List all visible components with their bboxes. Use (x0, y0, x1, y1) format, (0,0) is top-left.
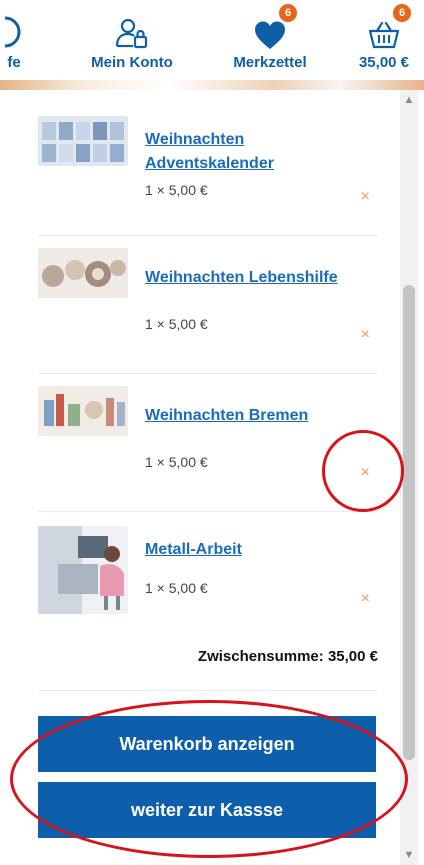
remove-item-button[interactable]: × (361, 326, 370, 344)
scrollbar[interactable]: ▲ ▼ (400, 90, 418, 865)
nav-item-help[interactable]: fe (0, 0, 34, 80)
product-title-link[interactable]: Weihnachten Adventskalender (145, 128, 345, 176)
view-cart-button[interactable]: Warenkorb anzeigen (38, 716, 376, 772)
cart-item: Weihnachten Lebenshilfe 1 × 5,00 € × (38, 236, 378, 374)
scroll-down-arrow[interactable]: ▼ (400, 847, 418, 863)
item-quantity-price: 1 × 5,00 € (145, 182, 208, 198)
header-banner-strip (0, 80, 424, 90)
checkout-button[interactable]: weiter zur Kassse (38, 782, 376, 838)
nav-label-account: Mein Konto (91, 54, 173, 71)
nav-item-cart[interactable]: 6 35,00 € (344, 0, 424, 80)
nav-label-cart-total: 35,00 € (358, 54, 410, 71)
product-title-link[interactable]: Weihnachten Bremen (145, 404, 345, 428)
nav-label-wishlist: Merkzettel (233, 54, 307, 71)
item-quantity-price: 1 × 5,00 € (145, 580, 208, 596)
cart-item: Weihnachten Adventskalender 1 × 5,00 € × (38, 98, 378, 236)
product-title-link[interactable]: Metall-Arbeit (145, 538, 345, 562)
remove-item-button[interactable]: × (361, 590, 370, 608)
remove-item-button[interactable]: × (361, 464, 370, 482)
basket-icon: 6 (367, 0, 411, 50)
nav-item-wishlist[interactable]: 6 Merkzettel (220, 0, 320, 80)
nav-label-help: fe (7, 54, 21, 71)
wishlist-count-badge: 6 (279, 4, 297, 22)
cart-subtotal: Zwischensumme: 35,00 € (197, 648, 378, 665)
heart-icon: 6 (253, 0, 297, 50)
nav-item-account[interactable]: Mein Konto (76, 0, 188, 80)
cart-item: Weihnachten Bremen 1 × 5,00 € × (38, 374, 378, 512)
user-lock-icon (115, 0, 149, 50)
help-icon (0, 0, 29, 50)
product-thumbnail[interactable] (38, 116, 128, 166)
product-title-link[interactable]: Weihnachten Lebenshilfe (145, 266, 345, 290)
cart-item: Metall-Arbeit 1 × 5,00 € × (38, 512, 378, 638)
item-quantity-price: 1 × 5,00 € (145, 454, 208, 470)
product-thumbnail[interactable] (38, 526, 128, 614)
cart-count-badge: 6 (393, 4, 411, 22)
scroll-thumb[interactable] (403, 285, 415, 760)
header: fe Mein Konto 6 Merkzettel 6 35,00 € (0, 0, 424, 90)
product-thumbnail[interactable] (38, 248, 128, 298)
scroll-up-arrow[interactable]: ▲ (400, 92, 418, 108)
item-quantity-price: 1 × 5,00 € (145, 316, 208, 332)
product-thumbnail[interactable] (38, 386, 128, 436)
divider (38, 690, 378, 691)
remove-item-button[interactable]: × (361, 188, 370, 206)
